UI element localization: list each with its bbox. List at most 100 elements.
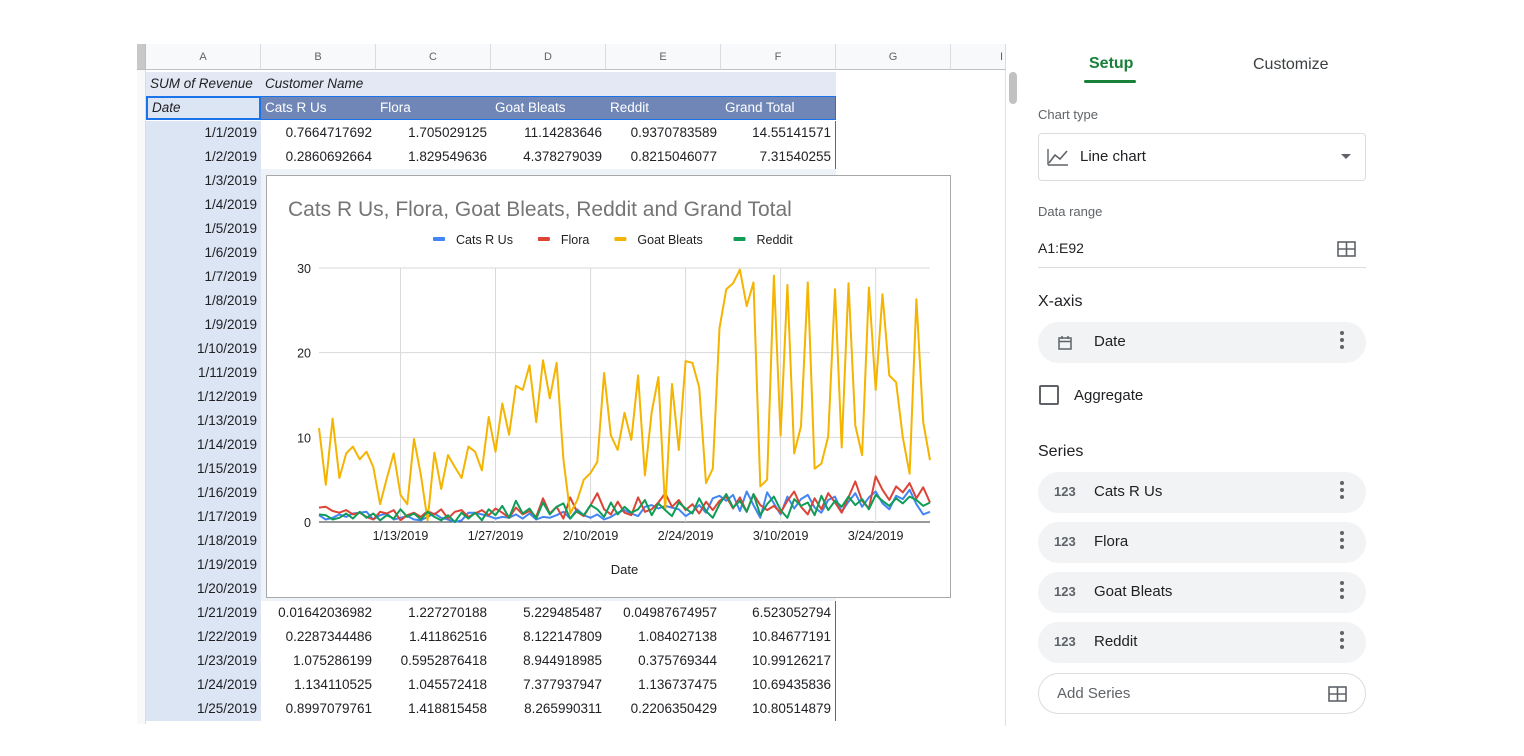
header-cell[interactable]: Goat Bleats [491, 96, 606, 120]
value-cell[interactable]: 0.01642036982 [261, 601, 376, 625]
value-cell[interactable]: 10.99126217 [721, 649, 836, 673]
column-header-a[interactable]: A [146, 44, 261, 70]
value-cell[interactable]: 1.411862516 [376, 625, 491, 649]
more-options-icon[interactable] [1340, 581, 1344, 601]
more-options-icon[interactable] [1340, 331, 1344, 351]
value-cell[interactable]: 0.5952876418 [376, 649, 491, 673]
scrollbar-thumb[interactable] [1009, 72, 1017, 104]
date-cell[interactable]: 1/11/2019 [146, 361, 261, 385]
column-header-f[interactable]: F [721, 44, 836, 70]
date-cell[interactable]: 1/12/2019 [146, 385, 261, 409]
date-cell[interactable]: 1/3/2019 [146, 169, 261, 193]
date-cell[interactable]: 1/22/2019 [146, 625, 261, 649]
date-cell[interactable]: 1/17/2019 [146, 505, 261, 529]
column-header-i[interactable]: I [951, 44, 1006, 70]
value-cell[interactable]: 0.8215046077 [606, 145, 721, 169]
series-item-flora[interactable]: 123 Flora [1038, 522, 1366, 563]
aggregate-checkbox[interactable] [1039, 385, 1059, 405]
value-cell[interactable]: 1.075286199 [261, 649, 376, 673]
pivot-title-cell[interactable]: SUM of Revenue [146, 72, 261, 96]
tab-customize[interactable]: Customize [1253, 56, 1329, 84]
value-cell[interactable]: 0.7664717692 [261, 121, 376, 145]
date-cell[interactable]: 1/4/2019 [146, 193, 261, 217]
value-cell[interactable]: 6.523052794 [721, 601, 836, 625]
header-cell[interactable]: Reddit [606, 96, 721, 120]
date-cell[interactable]: 1/10/2019 [146, 337, 261, 361]
value-cell[interactable]: 10.84677191 [721, 625, 836, 649]
date-cell[interactable]: 1/15/2019 [146, 457, 261, 481]
value-cell[interactable]: 11.14283646 [491, 121, 606, 145]
date-cell[interactable]: 1/21/2019 [146, 601, 261, 625]
chart-type-dropdown[interactable]: Line chart [1038, 133, 1366, 181]
value-cell[interactable]: 10.69435836 [721, 673, 836, 697]
add-series-field[interactable]: Add Series [1038, 673, 1366, 714]
value-cell[interactable]: 0.9370783589 [606, 121, 721, 145]
date-cell[interactable]: 1/25/2019 [146, 697, 261, 721]
row-header-strip[interactable] [137, 70, 146, 724]
legend-swatch [614, 237, 627, 241]
x-axis-chip[interactable]: Date [1038, 322, 1366, 363]
date-cell[interactable]: 1/16/2019 [146, 481, 261, 505]
value-cell[interactable]: 7.377937947 [491, 673, 606, 697]
value-cell[interactable]: 1.084027138 [606, 625, 721, 649]
series-item-goat-bleats[interactable]: 123 Goat Bleats [1038, 572, 1366, 613]
value-cell[interactable]: 10.80514879 [721, 697, 836, 721]
date-cell[interactable]: 1/2/2019 [146, 145, 261, 169]
grid-select-icon[interactable] [1328, 686, 1347, 702]
date-cell[interactable]: 1/13/2019 [146, 409, 261, 433]
series-item-reddit[interactable]: 123 Reddit [1038, 622, 1366, 663]
date-cell[interactable]: 1/6/2019 [146, 241, 261, 265]
grid-select-icon[interactable] [1337, 241, 1356, 257]
header-cell[interactable]: Cats R Us [261, 96, 376, 120]
value-cell[interactable]: 1.136737475 [606, 673, 721, 697]
value-cell[interactable]: 8.944918985 [491, 649, 606, 673]
date-cell[interactable]: 1/20/2019 [146, 577, 261, 601]
tab-setup[interactable]: Setup [1089, 55, 1133, 83]
date-cell[interactable]: 1/7/2019 [146, 265, 261, 289]
more-options-icon[interactable] [1340, 531, 1344, 551]
date-cell[interactable]: 1/18/2019 [146, 529, 261, 553]
date-cell[interactable]: 1/24/2019 [146, 673, 261, 697]
date-cell[interactable]: 1/8/2019 [146, 289, 261, 313]
value-cell[interactable]: 0.8997079761 [261, 697, 376, 721]
value-cell[interactable]: 0.375769344 [606, 649, 721, 673]
value-cell[interactable]: 5.229485487 [491, 601, 606, 625]
value-cell[interactable]: 1.134110525 [261, 673, 376, 697]
value-cell[interactable]: 1.705029125 [376, 121, 491, 145]
value-cell[interactable]: 1.829549636 [376, 145, 491, 169]
header-cell[interactable]: Flora [376, 96, 491, 120]
value-cell[interactable]: 0.04987674957 [606, 601, 721, 625]
value-cell[interactable]: 0.2287344486 [261, 625, 376, 649]
value-cell[interactable]: 14.55141571 [721, 121, 836, 145]
data-range-input[interactable]: A1:E92 [1038, 240, 1084, 256]
embedded-chart[interactable]: Cats R Us, Flora, Goat Bleats, Reddit an… [266, 175, 951, 598]
column-header-c[interactable]: C [376, 44, 491, 70]
value-cell[interactable]: 0.2206350429 [606, 697, 721, 721]
header-cell[interactable]: Date [146, 96, 261, 120]
date-cell[interactable]: 1/19/2019 [146, 553, 261, 577]
column-header-g[interactable]: G [836, 44, 951, 70]
value-cell[interactable]: 8.122147809 [491, 625, 606, 649]
value-cell[interactable]: 0.2860692664 [261, 145, 376, 169]
customer-name-label-cell[interactable]: Customer Name [261, 72, 836, 96]
vertical-scrollbar[interactable] [1005, 70, 1019, 726]
value-cell[interactable]: 4.378279039 [491, 145, 606, 169]
more-options-icon[interactable] [1340, 481, 1344, 501]
select-all-corner[interactable] [137, 44, 146, 70]
column-header-e[interactable]: E [606, 44, 721, 70]
column-header-b[interactable]: B [261, 44, 376, 70]
date-cell[interactable]: 1/1/2019 [146, 121, 261, 145]
series-item-cats-r-us[interactable]: 123 Cats R Us [1038, 472, 1366, 513]
value-cell[interactable]: 1.418815458 [376, 697, 491, 721]
header-cell[interactable]: Grand Total [721, 96, 836, 120]
column-header-d[interactable]: D [491, 44, 606, 70]
date-cell[interactable]: 1/14/2019 [146, 433, 261, 457]
more-options-icon[interactable] [1340, 631, 1344, 651]
value-cell[interactable]: 1.045572418 [376, 673, 491, 697]
value-cell[interactable]: 8.265990311 [491, 697, 606, 721]
value-cell[interactable]: 1.227270188 [376, 601, 491, 625]
date-cell[interactable]: 1/5/2019 [146, 217, 261, 241]
date-cell[interactable]: 1/9/2019 [146, 313, 261, 337]
value-cell[interactable]: 7.31540255 [721, 145, 836, 169]
date-cell[interactable]: 1/23/2019 [146, 649, 261, 673]
